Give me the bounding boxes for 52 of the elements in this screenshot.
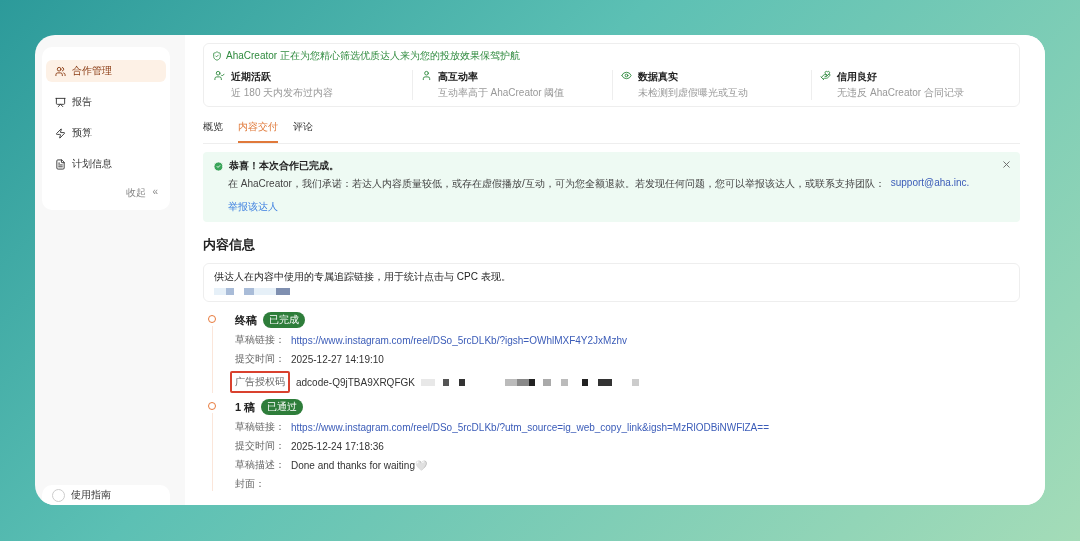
user-icon [420, 70, 432, 81]
ad-code: adcode-Q9jTBA9XRQFGK [296, 376, 415, 388]
shield-icon [212, 51, 222, 61]
check-circle-icon [213, 160, 224, 172]
field-value: 2025-12-24 17:18:36 [291, 440, 384, 452]
section-heading: 内容信息 [203, 236, 256, 254]
sidebar-item[interactable]: 报告 [46, 91, 166, 113]
collapse-label[interactable]: 收起 [126, 186, 147, 200]
feature-description: 近 180 天内发布过内容 [231, 86, 334, 100]
guide-card[interactable]: 使用指南 [42, 485, 170, 505]
field-label: 封面： [235, 477, 265, 491]
tab[interactable]: 评论 [293, 117, 313, 143]
field-label: 提交时间： [235, 439, 285, 453]
draft-title: 1 稿 [235, 399, 256, 415]
field-label: 广告授权码 [230, 371, 290, 393]
email-link[interactable]: support@aha.inc. [890, 177, 970, 191]
users-icon [55, 65, 66, 77]
feature-description: 互动率高于 AhaCreator 阈值 [437, 86, 565, 100]
field-label: 草稿链接： [235, 333, 285, 347]
hand-heart-icon [820, 70, 832, 81]
user-check-icon [214, 70, 225, 81]
tracking-note: 供达人在内容中使用的专属追踪链接，用于统计点击与 CPC 表现。 [214, 270, 512, 284]
feature-description: 未检测到虚假曝光或互动 [637, 86, 748, 100]
presentation-icon [55, 96, 66, 108]
field-value: 2025-12-27 14:19:10 [291, 353, 384, 365]
report-link[interactable]: 举报该达人 [228, 200, 278, 214]
alert-text: 在 AhaCreator，我们承诺：若达人内容质量较低，或存在虚假播放/互动，可为您全额退款。若发现任何问题，您可以举报该达人，或联系支持团队： [228, 177, 885, 191]
status-badge: 已完成 [263, 312, 305, 328]
alert-title: 恭喜！本次合作已完成。 [229, 159, 339, 173]
status-badge: 已通过 [261, 399, 304, 415]
field-label: 草稿链接： [235, 420, 285, 434]
collapse-icon[interactable]: « [152, 186, 158, 200]
sidebar-item[interactable]: 预算 [46, 122, 166, 144]
draft-link[interactable]: https://www.instagram.com/reel/DSo_5rcDLKb/?igsh=OWhlMXF4Y2JxMzhv [291, 334, 627, 346]
feature-title: 近期活跃 [231, 70, 272, 84]
assurance-title: AhaCreator 正在为您精心筛选优质达人来为您的投放效果保驾护航 [226, 49, 520, 63]
sidebar-item[interactable]: 合作管理 [46, 60, 166, 82]
document-icon [55, 158, 66, 170]
close-button[interactable] [1001, 159, 1012, 170]
draft-link[interactable]: https://www.instagram.com/reel/DSo_5rcDLKb/?utm_source=ig_web_copy_link&igsh=MzRlODBiNWFlZA== [291, 421, 769, 433]
feature-title: 数据真实 [637, 70, 679, 84]
field-label: 草稿描述： [235, 458, 285, 472]
field-label: 提交时间： [235, 352, 285, 366]
feature-title: 信用良好 [837, 70, 879, 84]
feature-description: 无违反 AhaCreator 合同记录 [837, 86, 964, 100]
lightning-icon [55, 127, 66, 139]
tab[interactable]: 概览 [203, 117, 223, 143]
draft-title: 终稿 [235, 312, 257, 328]
sidebar-item[interactable]: 计划信息 [46, 153, 166, 175]
feature-title: 高互动率 [437, 70, 479, 84]
eye-icon [620, 70, 632, 81]
field-value: Done and thanks for waiting🤍 [291, 459, 427, 471]
